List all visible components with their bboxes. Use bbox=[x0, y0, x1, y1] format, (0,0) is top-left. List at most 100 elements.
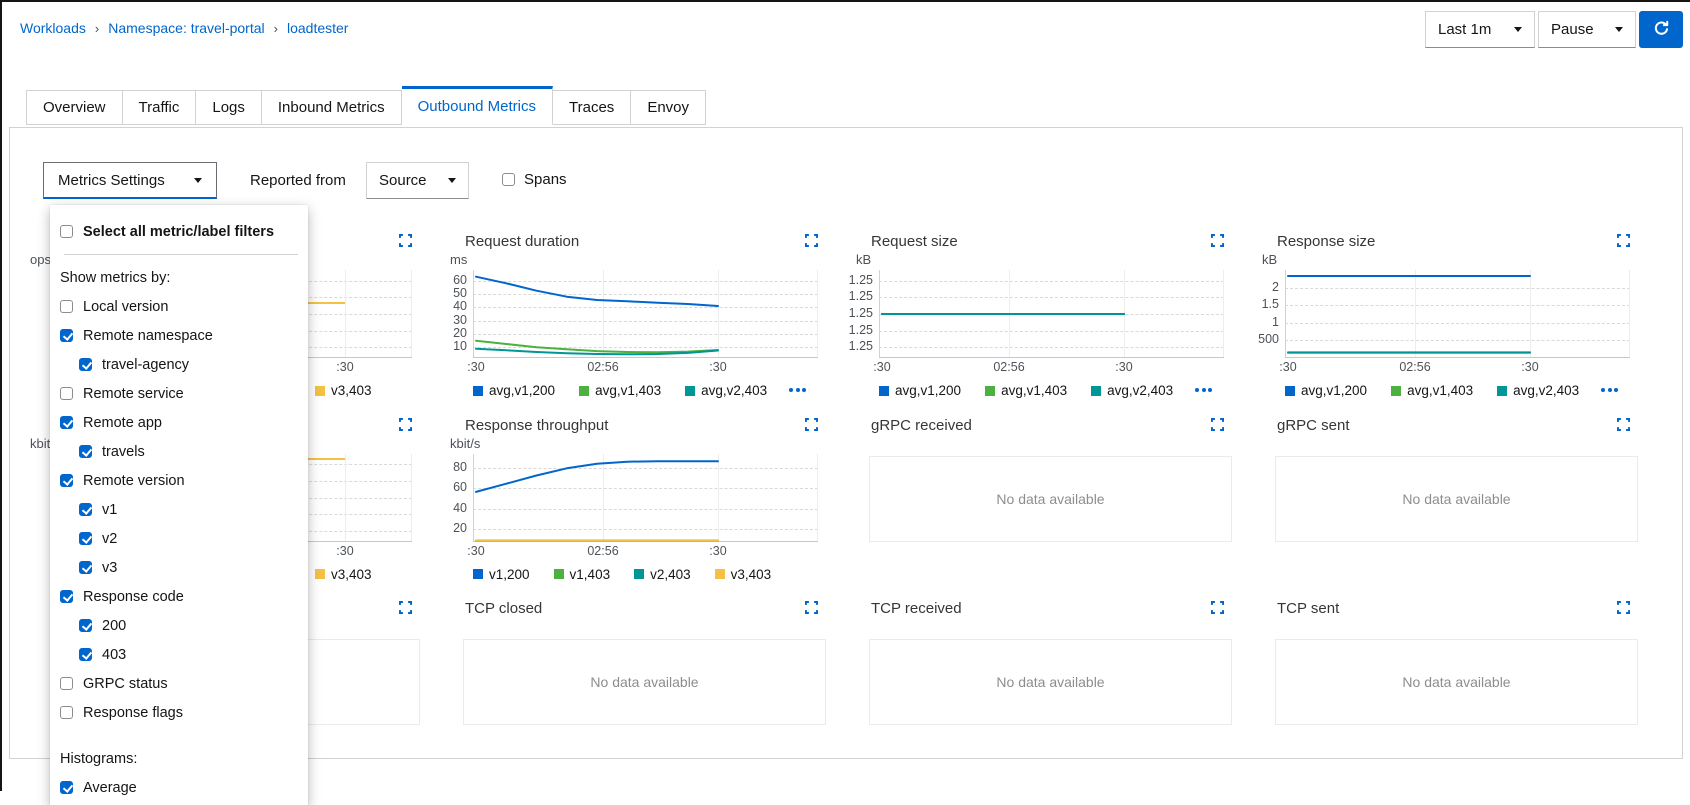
spans-checkbox[interactable] bbox=[502, 173, 515, 186]
checkbox-v3[interactable] bbox=[79, 561, 92, 574]
tab-overview[interactable]: Overview bbox=[26, 90, 123, 125]
expand-button[interactable] bbox=[399, 418, 412, 431]
menu-item-label: Response code bbox=[83, 589, 184, 605]
checkbox-travel-agency[interactable] bbox=[79, 358, 92, 371]
checkbox-response-code[interactable] bbox=[60, 590, 73, 603]
legend-item-avg-v1-200[interactable]: avg,v1,200 bbox=[879, 383, 961, 398]
menu-item-v1[interactable]: v1 bbox=[58, 495, 300, 524]
checkbox-v1[interactable] bbox=[79, 503, 92, 516]
expand-button[interactable] bbox=[1617, 601, 1630, 614]
checkbox-response-flags[interactable] bbox=[60, 706, 73, 719]
reported-from-label: Reported from bbox=[250, 162, 346, 199]
checkbox-local-version[interactable] bbox=[60, 300, 73, 313]
reported-from-select[interactable]: Source bbox=[366, 162, 469, 199]
checkbox-remote-version[interactable] bbox=[60, 474, 73, 487]
menu-item-label: Response flags bbox=[83, 705, 183, 721]
reported-from-value: Source bbox=[379, 172, 427, 189]
legend-item-avg-v1-200[interactable]: avg,v1,200 bbox=[473, 383, 555, 398]
legend-item-avg-v2-403[interactable]: avg,v2,403 bbox=[1091, 383, 1173, 398]
window-left-edge bbox=[0, 0, 2, 791]
expand-button[interactable] bbox=[399, 601, 412, 614]
refresh-button[interactable] bbox=[1639, 11, 1683, 48]
time-range-select[interactable]: Last 1m bbox=[1425, 11, 1535, 48]
legend-swatch bbox=[879, 386, 889, 396]
menu-item-label: v1 bbox=[102, 502, 117, 518]
expand-button[interactable] bbox=[1211, 234, 1224, 247]
legend-more-button[interactable] bbox=[789, 388, 806, 392]
menu-item-remote-app[interactable]: Remote app bbox=[58, 408, 300, 437]
menu-item-label: Remote namespace bbox=[83, 328, 213, 344]
menu-item-remote-service[interactable]: Remote service bbox=[58, 379, 300, 408]
menu-item-v3[interactable]: v3 bbox=[58, 553, 300, 582]
legend-item-avg-v1-403[interactable]: avg,v1,403 bbox=[1391, 383, 1473, 398]
breadcrumb-link-workloads[interactable]: Workloads bbox=[20, 20, 86, 36]
expand-button[interactable] bbox=[399, 234, 412, 247]
checkbox-select-all-metric-label-filters[interactable] bbox=[60, 225, 73, 238]
menu-item-remote-namespace[interactable]: Remote namespace bbox=[58, 321, 300, 350]
expand-button[interactable] bbox=[805, 418, 818, 431]
chevron-down-icon bbox=[448, 178, 456, 183]
x-axis-tick-label: 02:56 bbox=[571, 360, 635, 374]
legend-swatch bbox=[634, 569, 644, 579]
menu-item-select-all-metric-label-filters[interactable]: Select all metric/label filters bbox=[58, 217, 300, 246]
legend-more-button[interactable] bbox=[1195, 388, 1212, 392]
legend-item-avg-v2-403[interactable]: avg,v2,403 bbox=[685, 383, 767, 398]
expand-button[interactable] bbox=[1617, 234, 1630, 247]
menu-item-grpc-status[interactable]: GRPC status bbox=[58, 669, 300, 698]
checkbox-average[interactable] bbox=[60, 781, 73, 794]
menu-item-travel-agency[interactable]: travel-agency bbox=[58, 350, 300, 379]
checkbox-remote-service[interactable] bbox=[60, 387, 73, 400]
legend-item-v1-200[interactable]: v1,200 bbox=[473, 567, 530, 582]
expand-button[interactable] bbox=[805, 601, 818, 614]
legend-item-v3-403[interactable]: v3,403 bbox=[715, 567, 772, 582]
menu-item-200[interactable]: 200 bbox=[58, 611, 300, 640]
tab-logs[interactable]: Logs bbox=[196, 90, 262, 125]
expand-button[interactable] bbox=[1211, 601, 1224, 614]
legend-more-button[interactable] bbox=[1601, 388, 1618, 392]
breadcrumb-link-loadtester[interactable]: loadtester bbox=[287, 20, 348, 36]
tab-traces[interactable]: Traces bbox=[553, 90, 631, 125]
breadcrumb-link-namespace-travel-portal[interactable]: Namespace: travel-portal bbox=[108, 20, 264, 36]
empty-chart-area: No data available bbox=[869, 456, 1232, 542]
checkbox-grpc-status[interactable] bbox=[60, 677, 73, 690]
tab-inbound-metrics[interactable]: Inbound Metrics bbox=[262, 90, 402, 125]
legend-label: avg,v1,403 bbox=[1001, 383, 1067, 398]
legend-item-v3-403[interactable]: v3,403 bbox=[315, 383, 372, 398]
tab-outbound-metrics[interactable]: Outbound Metrics bbox=[402, 86, 553, 125]
legend-item-v1-403[interactable]: v1,403 bbox=[554, 567, 611, 582]
empty-chart-area: No data available bbox=[1275, 639, 1638, 725]
checkbox-200[interactable] bbox=[79, 619, 92, 632]
legend-item-avg-v1-403[interactable]: avg,v1,403 bbox=[579, 383, 661, 398]
menu-item-remote-version[interactable]: Remote version bbox=[58, 466, 300, 495]
x-axis-tick-label: :30 bbox=[313, 544, 377, 558]
menu-item-label: v3 bbox=[102, 560, 117, 576]
checkbox-travels[interactable] bbox=[79, 445, 92, 458]
metrics-settings-button[interactable]: Metrics Settings bbox=[43, 162, 217, 199]
expand-button[interactable] bbox=[1211, 418, 1224, 431]
chart-title: Request duration bbox=[465, 233, 579, 250]
menu-item-travels[interactable]: travels bbox=[58, 437, 300, 466]
menu-item-local-version[interactable]: Local version bbox=[58, 292, 300, 321]
menu-item-average[interactable]: Average bbox=[58, 773, 300, 802]
legend-swatch bbox=[715, 569, 725, 579]
expand-button[interactable] bbox=[805, 234, 818, 247]
checkbox-v2[interactable] bbox=[79, 532, 92, 545]
checkbox-403[interactable] bbox=[79, 648, 92, 661]
metrics-settings-menu: Select all metric/label filtersShow metr… bbox=[50, 205, 308, 805]
menu-item-response-code[interactable]: Response code bbox=[58, 582, 300, 611]
legend-item-avg-v2-403[interactable]: avg,v2,403 bbox=[1497, 383, 1579, 398]
tab-envoy[interactable]: Envoy bbox=[631, 90, 706, 125]
legend-item-avg-v1-403[interactable]: avg,v1,403 bbox=[985, 383, 1067, 398]
legend-item-v3-403[interactable]: v3,403 bbox=[315, 567, 372, 582]
checkbox-remote-namespace[interactable] bbox=[60, 329, 73, 342]
legend-item-avg-v1-200[interactable]: avg,v1,200 bbox=[1285, 383, 1367, 398]
expand-button[interactable] bbox=[1617, 418, 1630, 431]
refresh-interval-select[interactable]: Pause bbox=[1538, 11, 1636, 48]
checkbox-remote-app[interactable] bbox=[60, 416, 73, 429]
menu-item-response-flags[interactable]: Response flags bbox=[58, 698, 300, 727]
expand-icon bbox=[805, 235, 818, 250]
menu-item-403[interactable]: 403 bbox=[58, 640, 300, 669]
legend-item-v2-403[interactable]: v2,403 bbox=[634, 567, 691, 582]
tab-traffic[interactable]: Traffic bbox=[123, 90, 197, 125]
menu-item-v2[interactable]: v2 bbox=[58, 524, 300, 553]
